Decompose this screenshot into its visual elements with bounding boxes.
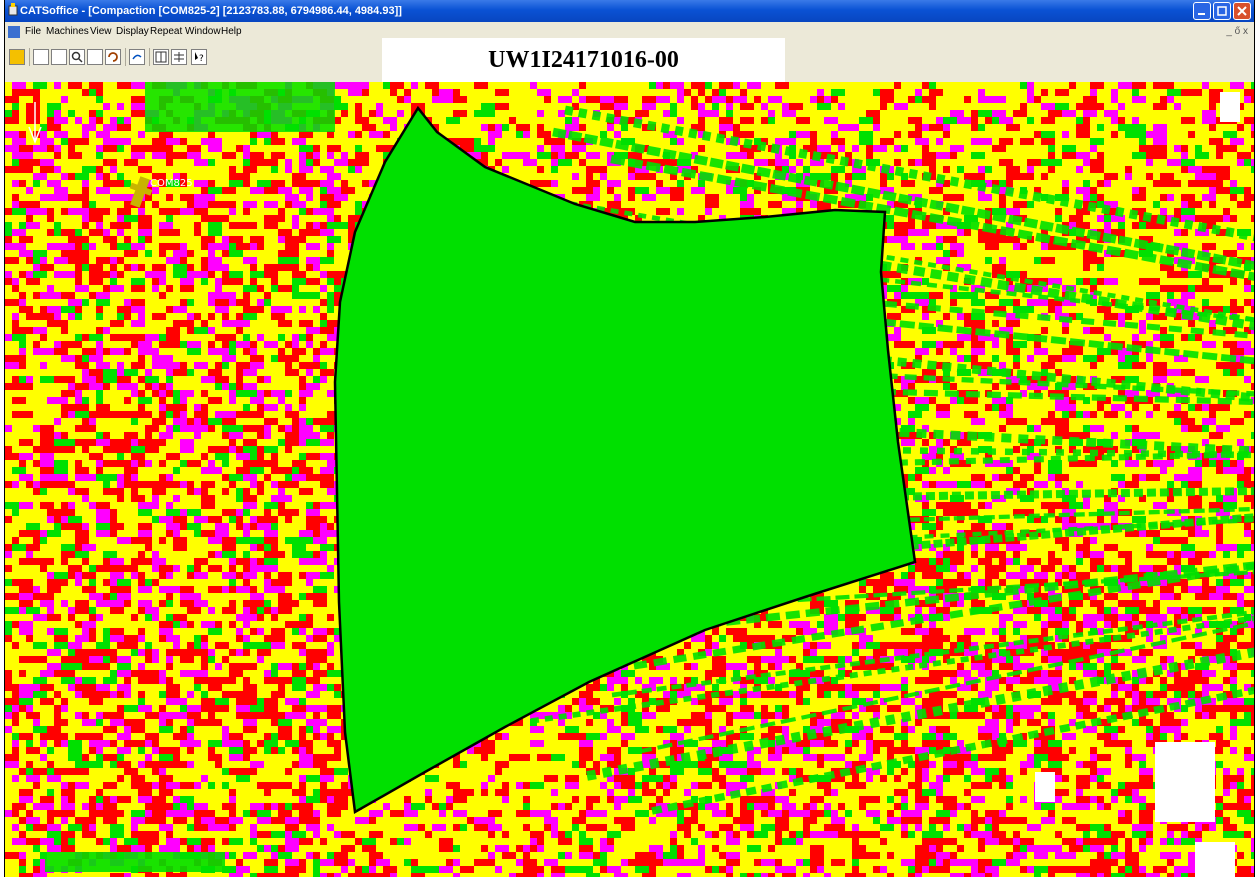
minimize-button[interactable] xyxy=(1193,2,1211,20)
compaction-map-canvas[interactable]: COM825 xyxy=(5,82,1255,877)
machine-label: COM825 xyxy=(150,178,193,189)
redo-icon[interactable] xyxy=(129,49,145,65)
zoom-icon[interactable] xyxy=(69,49,85,65)
menu-window[interactable]: Window xyxy=(185,22,221,42)
save-icon[interactable] xyxy=(9,49,25,65)
app-icon xyxy=(8,3,18,16)
open-icon[interactable] xyxy=(51,49,67,65)
menu-help[interactable]: Help xyxy=(221,22,242,42)
menu-view[interactable]: View xyxy=(90,22,112,42)
grid-icon[interactable] xyxy=(171,49,187,65)
window-title: CATSoffice - [Compaction [COM825-2] [212… xyxy=(20,5,402,17)
close-icon xyxy=(1237,6,1247,16)
split-view-icon[interactable] xyxy=(153,49,169,65)
menu-repeat[interactable]: Repeat xyxy=(150,22,182,42)
menu-machines[interactable]: Machines xyxy=(46,22,89,42)
help-pointer-icon[interactable]: ? xyxy=(191,49,207,65)
svg-text:?: ? xyxy=(199,54,204,64)
menu-display[interactable]: Display xyxy=(116,22,149,42)
application-window: CATSoffice - [Compaction [COM825-2] [212… xyxy=(4,0,1255,877)
maximize-button[interactable] xyxy=(1213,2,1231,20)
menu-file[interactable]: File xyxy=(25,22,41,42)
title-bar[interactable]: CATSoffice - [Compaction [COM825-2] [212… xyxy=(5,0,1254,22)
new-doc-icon[interactable] xyxy=(33,49,49,65)
minimize-icon xyxy=(1198,13,1205,15)
undo-icon[interactable] xyxy=(105,49,121,65)
mdi-window-controls[interactable]: _ ő x xyxy=(1226,22,1248,42)
document-code-label: UW1I24171016-00 xyxy=(382,38,785,84)
compaction-map[interactable]: COM825 xyxy=(5,82,1255,877)
close-button[interactable] xyxy=(1233,2,1251,20)
pan-icon[interactable] xyxy=(87,49,103,65)
document-icon[interactable] xyxy=(8,26,20,38)
restore-icon xyxy=(1217,6,1227,16)
